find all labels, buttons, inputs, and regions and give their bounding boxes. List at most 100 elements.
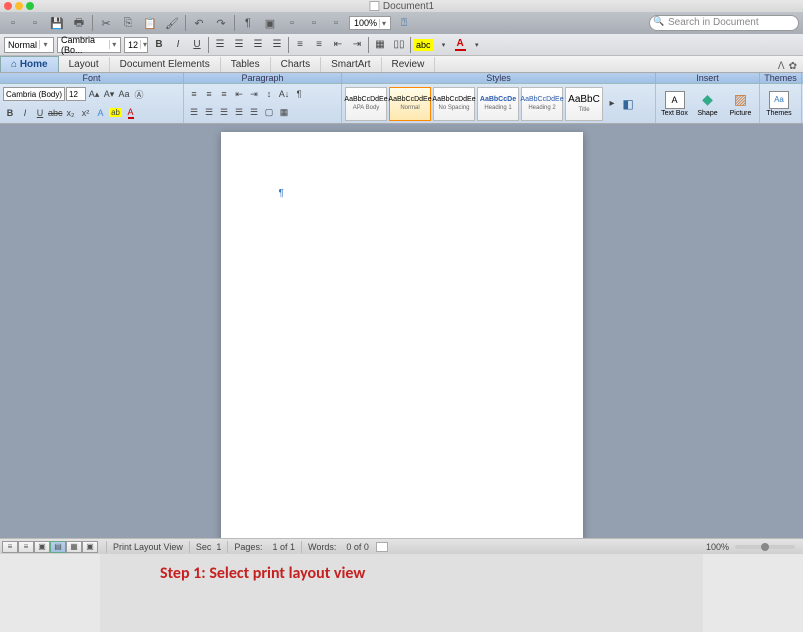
decrease-indent-ribbon[interactable]: ⇤	[232, 87, 246, 101]
italic-button[interactable]: I	[170, 37, 186, 53]
tab-review[interactable]: Review	[382, 57, 436, 72]
insert-table-button[interactable]: ▦	[372, 37, 388, 53]
zoom-window-button[interactable]	[26, 2, 34, 10]
zoom-slider-thumb[interactable]	[761, 543, 769, 551]
line-spacing-button[interactable]: ↕	[262, 87, 276, 101]
increase-indent-ribbon[interactable]: ⇥	[247, 87, 261, 101]
numbering-button[interactable]: ≡	[202, 87, 216, 101]
borders-button[interactable]: ▦	[277, 106, 291, 120]
picture-button[interactable]: ▨Picture	[725, 91, 756, 117]
align-left-button[interactable]: ☰	[212, 37, 228, 53]
style-no-spacing[interactable]: AaBbCcDdEeNo Spacing	[433, 87, 475, 121]
bullets-button[interactable]: ≡	[187, 87, 201, 101]
shape-button[interactable]: ◆Shape	[692, 91, 723, 117]
justify-ribbon[interactable]: ☰	[232, 106, 246, 120]
tab-home[interactable]: ⌂ Home	[0, 56, 59, 72]
tab-layout[interactable]: Layout	[59, 57, 110, 72]
fullscreen-view-button[interactable]: ▣	[82, 541, 98, 553]
document-page[interactable]: ¶	[221, 132, 583, 538]
bold-button[interactable]: B	[151, 37, 167, 53]
align-left-ribbon[interactable]: ☰	[187, 106, 201, 120]
font-size-combo[interactable]: 12▾	[124, 37, 148, 53]
style-heading2[interactable]: AaBbCcDdEeHeading 2	[521, 87, 563, 121]
ribbon-bold-button[interactable]: B	[3, 106, 17, 120]
tab-smartart[interactable]: SmartArt	[321, 57, 381, 72]
superscript-button[interactable]: x²	[79, 106, 93, 120]
themes-button[interactable]: AaThemes	[763, 91, 795, 117]
show-marks-button[interactable]: ¶	[292, 87, 306, 101]
numbered-list-button[interactable]: ≡	[292, 37, 308, 53]
ribbon-italic-button[interactable]: I	[18, 106, 32, 120]
style-combo[interactable]: Normal▾	[4, 37, 54, 53]
document-area[interactable]: ¶	[0, 124, 803, 538]
subscript-button[interactable]: x₂	[64, 106, 78, 120]
multilevel-button[interactable]: ≡	[217, 87, 231, 101]
bullet-list-button[interactable]: ≡	[311, 37, 327, 53]
ribbon-size-combo[interactable]: 12	[66, 87, 86, 101]
decrease-indent-button[interactable]: ⇤	[330, 37, 346, 53]
strikethrough-button[interactable]: abc	[48, 106, 63, 120]
outline-view-button[interactable]: ≡	[18, 541, 34, 553]
font-combo[interactable]: Cambria (Bo...▾	[57, 37, 121, 53]
paste-icon[interactable]: 📋	[141, 15, 159, 31]
zoom-slider[interactable]	[735, 545, 795, 549]
minimize-window-button[interactable]	[15, 2, 23, 10]
cut-icon[interactable]: ✂	[97, 15, 115, 31]
format-painter-icon[interactable]: 🖌	[163, 15, 181, 31]
toolbox-icon[interactable]: ▫	[283, 15, 301, 31]
distribute-ribbon[interactable]: ☰	[247, 106, 261, 120]
gallery-icon[interactable]: ▫	[305, 15, 323, 31]
shading-button[interactable]: ▢	[262, 106, 276, 120]
text-effects-button[interactable]: A	[94, 106, 108, 120]
open-icon[interactable]: ▫	[26, 15, 44, 31]
save-icon[interactable]: 💾	[48, 15, 66, 31]
zoom-value[interactable]: 100%	[706, 542, 729, 552]
sidebar-icon[interactable]: ▣	[261, 15, 279, 31]
styles-pane-button[interactable]: ◧	[621, 97, 635, 111]
shrink-font-button[interactable]: A▾	[102, 87, 116, 101]
new-icon[interactable]: ▫	[4, 15, 22, 31]
columns-button[interactable]: ▯▯	[391, 37, 407, 53]
redo-icon[interactable]: ↷	[212, 15, 230, 31]
ribbon-font-color-button[interactable]: A	[124, 106, 138, 120]
collapse-ribbon-button[interactable]: ᐱ	[778, 61, 785, 72]
style-normal[interactable]: AaBbCcDdEeNormal	[389, 87, 431, 121]
align-justify-button[interactable]: ☰	[269, 37, 285, 53]
zoom-combo[interactable]: 100%▾	[349, 16, 391, 30]
underline-button[interactable]: U	[189, 37, 205, 53]
publishing-view-button[interactable]: ▣	[34, 541, 50, 553]
spellcheck-icon[interactable]	[376, 542, 388, 552]
ribbon-underline-button[interactable]: U	[33, 106, 47, 120]
tab-document-elements[interactable]: Document Elements	[110, 57, 221, 72]
sort-button[interactable]: A↓	[277, 87, 291, 101]
align-center-ribbon[interactable]: ☰	[202, 106, 216, 120]
increase-indent-button[interactable]: ⇥	[349, 37, 365, 53]
styles-more-button[interactable]: ▸	[605, 97, 619, 111]
copy-icon[interactable]: ⎘	[119, 15, 137, 31]
align-right-button[interactable]: ☰	[250, 37, 266, 53]
undo-icon[interactable]: ↶	[190, 15, 208, 31]
textbox-button[interactable]: AText Box	[659, 91, 690, 117]
font-color-button[interactable]: A	[455, 38, 466, 51]
highlight-dropdown[interactable]: ▾	[436, 37, 452, 53]
grow-font-button[interactable]: A▴	[87, 87, 101, 101]
print-icon[interactable]: 🖶	[70, 15, 88, 31]
tab-tables[interactable]: Tables	[221, 57, 271, 72]
show-formatting-icon[interactable]: ¶	[239, 15, 257, 31]
close-window-button[interactable]	[4, 2, 12, 10]
draft-view-button[interactable]: ≡	[2, 541, 18, 553]
highlight-button[interactable]: abc	[414, 39, 433, 51]
font-color-dropdown[interactable]: ▾	[469, 37, 485, 53]
help-icon[interactable]: ⍰	[395, 15, 413, 31]
clear-formatting-button[interactable]: Ⓐ	[132, 87, 146, 101]
change-case-button[interactable]: Aa	[117, 87, 131, 101]
ribbon-settings-button[interactable]: ✿	[789, 61, 797, 72]
notebook-view-button[interactable]: ▦	[66, 541, 82, 553]
search-input[interactable]: Search in Document	[649, 15, 799, 31]
ribbon-highlight-button[interactable]: ab	[109, 106, 123, 120]
style-title[interactable]: AaBbCTitle	[565, 87, 603, 121]
style-heading1[interactable]: AaBbCcDeHeading 1	[477, 87, 519, 121]
print-layout-view-button[interactable]: ▤	[50, 541, 66, 553]
style-apa-body[interactable]: AaBbCcDdEeAPA Body	[345, 87, 387, 121]
align-right-ribbon[interactable]: ☰	[217, 106, 231, 120]
